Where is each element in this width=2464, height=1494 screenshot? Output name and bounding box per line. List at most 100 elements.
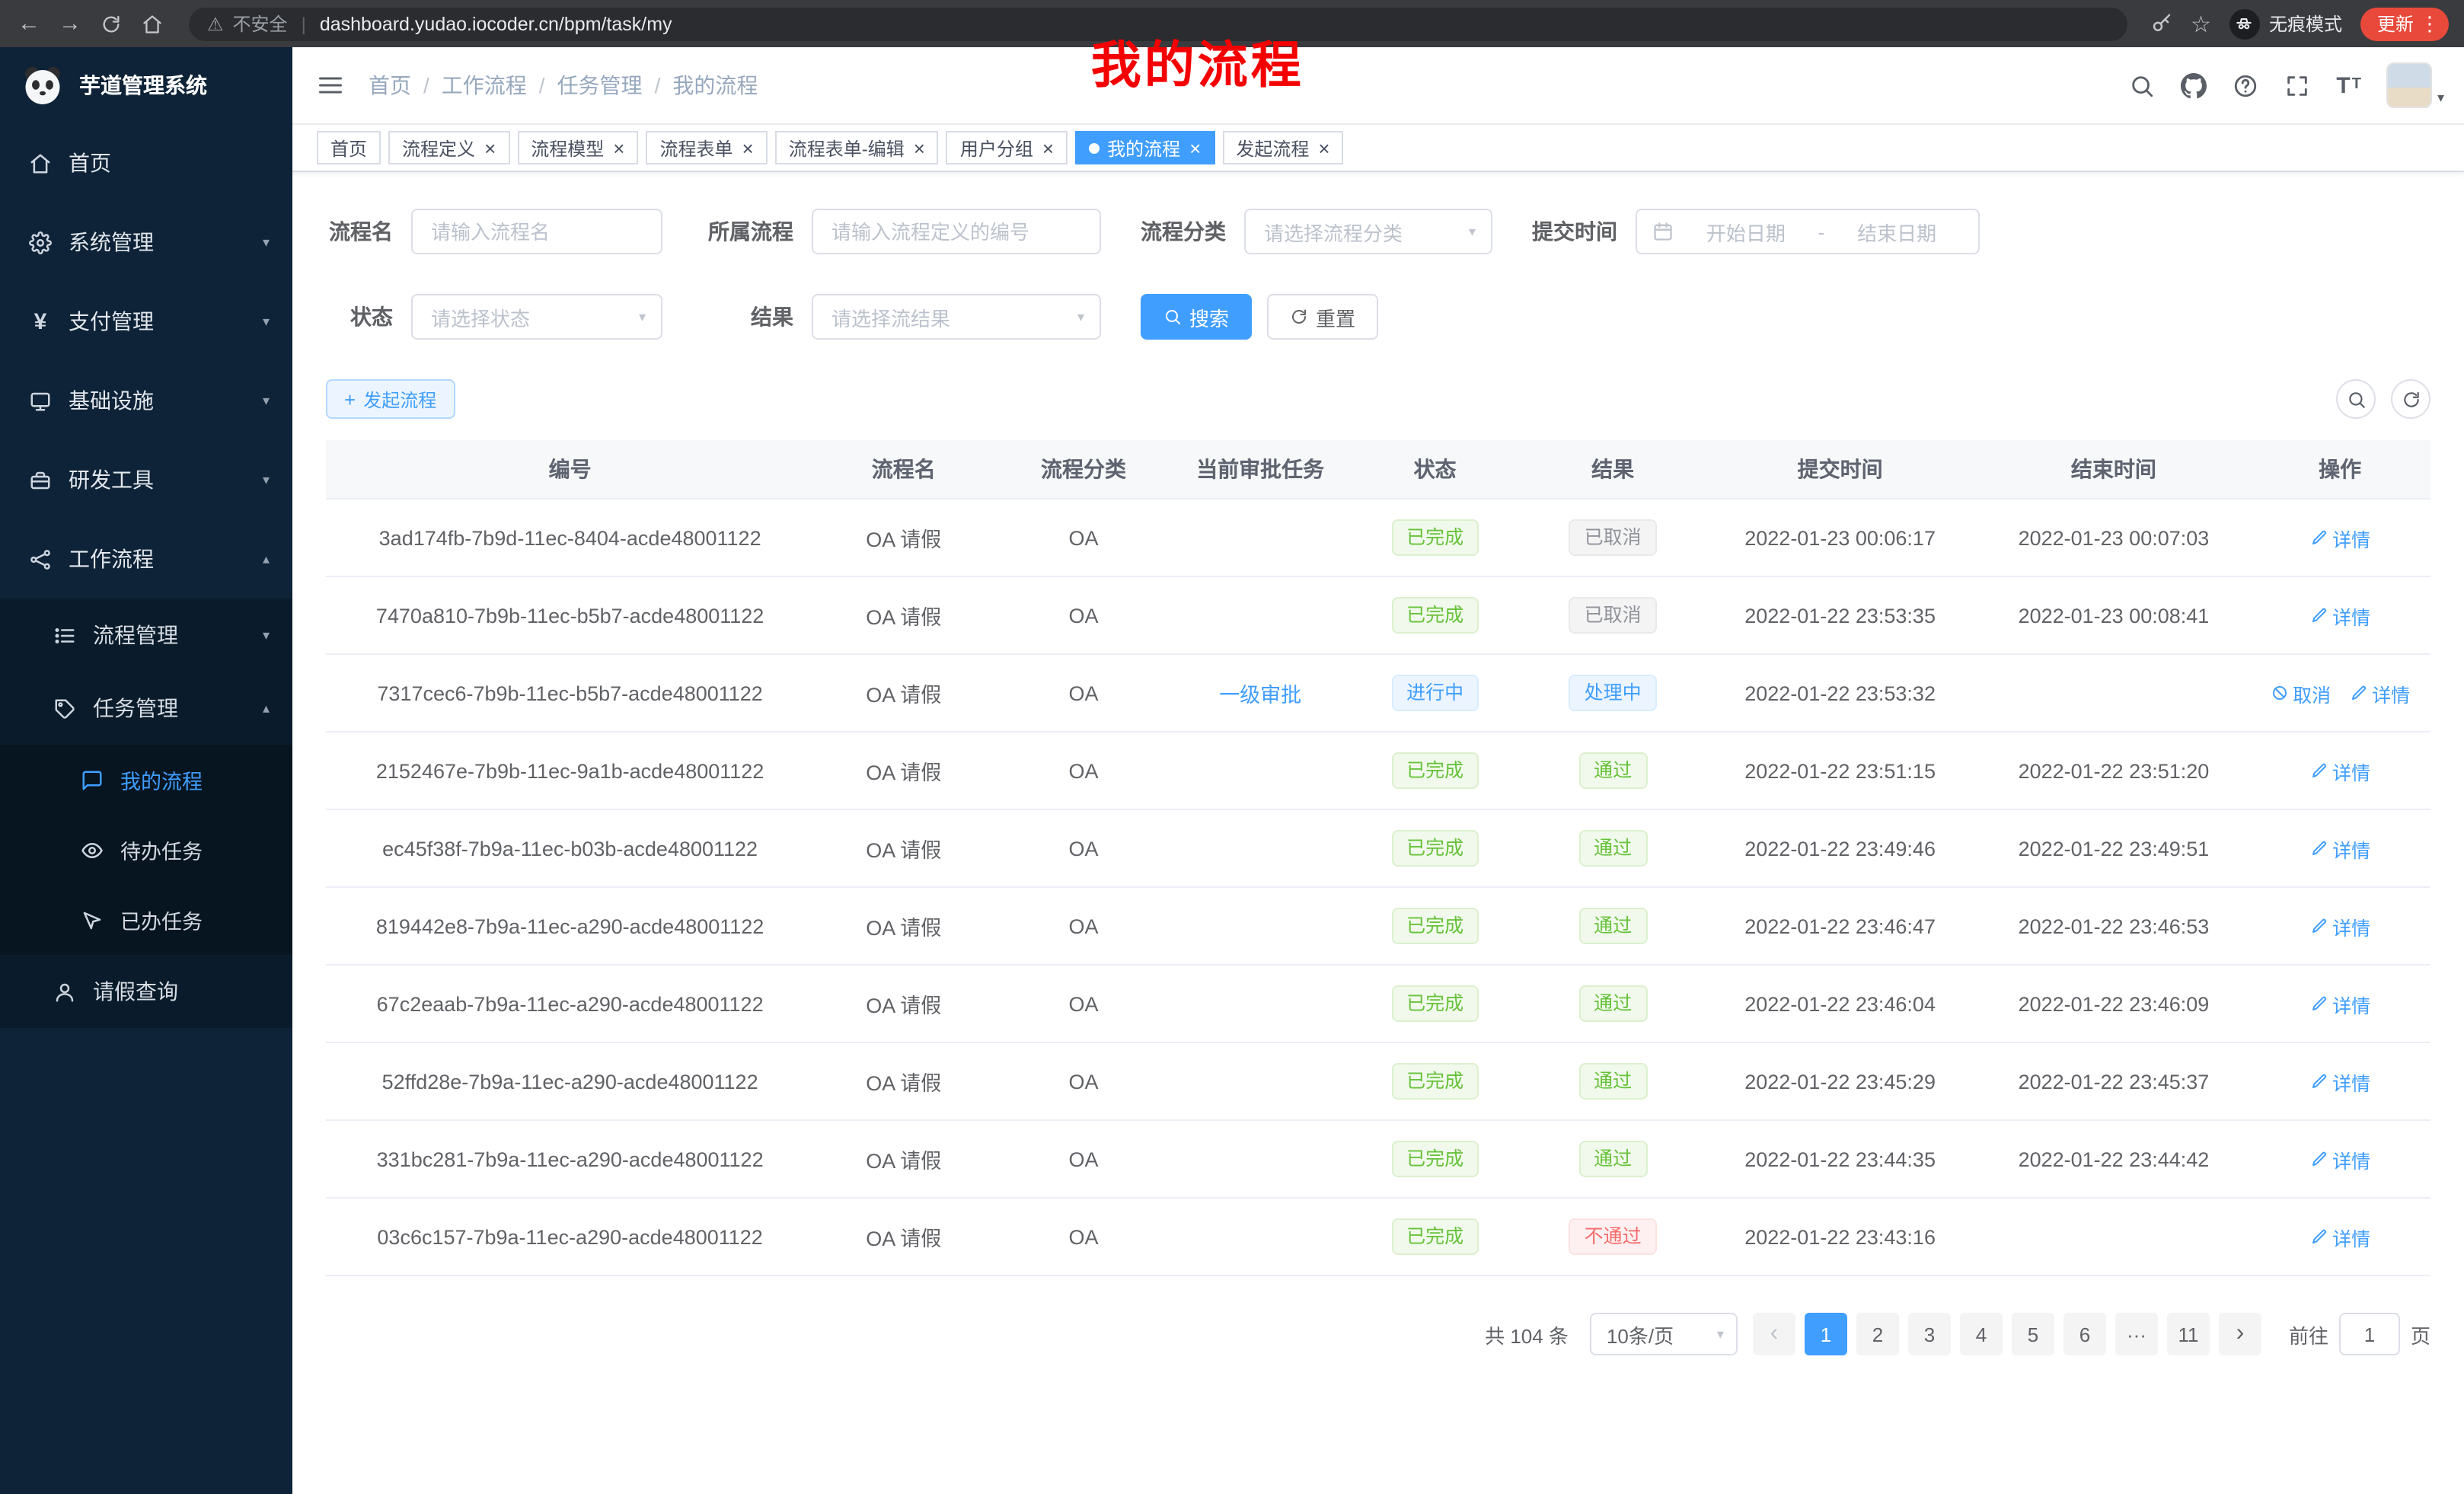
sidebar-item-task-management[interactable]: 任务管理▴ [0, 672, 292, 745]
page-button-5[interactable]: 5 [2012, 1313, 2054, 1355]
result-select[interactable]: 请选择流结果 ▾ [812, 294, 1101, 340]
page-button-1[interactable]: 1 [1805, 1313, 1847, 1355]
process-def-input[interactable] [812, 209, 1101, 254]
bookmark-star-icon[interactable]: ☆ [2191, 10, 2211, 37]
tab-label: 流程模型 [531, 135, 604, 161]
breadcrumb-item[interactable]: 工作流程 [442, 70, 527, 101]
detail-link[interactable]: 详情 [2309, 601, 2370, 630]
cell-category: OA [993, 732, 1174, 809]
tab-user-group[interactable]: 用户分组× [946, 131, 1068, 164]
column-header: 当前审批任务 [1174, 440, 1347, 499]
detail-link[interactable]: 详情 [2309, 1067, 2370, 1096]
create-process-button[interactable]: + 发起流程 [326, 379, 455, 419]
page-button-11[interactable]: 11 [2167, 1313, 2210, 1355]
goto-page-input[interactable] [2339, 1313, 2400, 1355]
sidebar-item-todo-task[interactable]: 待办任务 [0, 815, 292, 885]
tab-my-process[interactable]: 我的流程× [1075, 131, 1214, 164]
sidebar-item-home[interactable]: 首页 [0, 123, 292, 203]
detail-link[interactable]: 详情 [2309, 756, 2370, 785]
password-key-icon[interactable] [2150, 12, 2172, 35]
menu-dots-icon[interactable]: ⋮ [2420, 11, 2440, 36]
toggle-search-icon[interactable] [2336, 379, 2376, 419]
edit-icon [2309, 1072, 2328, 1090]
sidebar-item-done-task[interactable]: 已办任务 [0, 885, 292, 955]
close-icon[interactable]: × [484, 136, 496, 159]
detail-link[interactable]: 详情 [2309, 523, 2370, 552]
reset-button[interactable]: 重置 [1267, 294, 1378, 340]
page-button-4[interactable]: 4 [1960, 1313, 2003, 1355]
fullscreen-icon[interactable] [2284, 72, 2310, 98]
cell-category: OA [993, 809, 1174, 887]
sidebar-item-payment-management[interactable]: ¥支付管理▾ [0, 282, 292, 361]
close-icon[interactable]: × [1189, 136, 1201, 159]
sidebar-logo-row[interactable]: 芋道管理系统 [0, 47, 292, 123]
breadcrumb-item[interactable]: 首页 [369, 70, 411, 101]
status-select[interactable]: 请选择状态 ▾ [411, 294, 662, 340]
close-icon[interactable]: × [613, 136, 624, 159]
category-select[interactable]: 请选择流程分类 ▾ [1244, 209, 1492, 254]
next-page-button[interactable]: › [2219, 1313, 2261, 1355]
cell-status: 已完成 [1347, 732, 1524, 809]
close-icon[interactable]: × [1042, 136, 1054, 159]
more-pages-icon[interactable]: ··· [2115, 1313, 2158, 1355]
breadcrumb-item[interactable]: 任务管理 [557, 70, 643, 101]
prev-page-button[interactable]: ‹ [1753, 1313, 1795, 1355]
process-name-input[interactable] [411, 209, 662, 254]
avatar[interactable] [2387, 62, 2433, 108]
detail-link[interactable]: 详情 [2309, 911, 2370, 940]
cell-submit-time: 2022-01-22 23:53:32 [1703, 654, 1978, 732]
browser-home-icon[interactable] [139, 13, 166, 34]
detail-link[interactable]: 详情 [2309, 1144, 2370, 1173]
browser-update-button[interactable]: 更新 ⋮ [2360, 7, 2449, 40]
sidebar-item-system-management[interactable]: 系统管理▾ [0, 203, 292, 282]
refresh-table-icon[interactable] [2391, 379, 2430, 419]
cell-status: 进行中 [1347, 654, 1524, 732]
sidebar-item-workflow[interactable]: 工作流程▴ [0, 519, 292, 599]
process-table: 编号流程名流程分类当前审批任务状态结果提交时间结束时间操作 3ad174fb-7… [326, 440, 2430, 1276]
detail-link[interactable]: 详情 [2309, 834, 2370, 863]
page-button-6[interactable]: 6 [2063, 1313, 2106, 1355]
detail-link[interactable]: 详情 [2349, 678, 2410, 707]
tab-process-form[interactable]: 流程表单× [646, 131, 767, 164]
tab-home[interactable]: 首页 [317, 131, 381, 164]
sidebar-item-label: 请假查询 [93, 976, 178, 1007]
tab-process-form-edit[interactable]: 流程表单-编辑 × [775, 131, 939, 164]
current-task-link[interactable]: 一级审批 [1219, 684, 1301, 707]
submit-time-range-picker[interactable]: 开始日期 - 结束日期 [1636, 209, 1980, 254]
sidebar-item-leave-query[interactable]: 请假查询 [0, 955, 292, 1028]
cell-category: OA [993, 965, 1174, 1042]
cell-result: 通过 [1524, 732, 1703, 809]
search-button[interactable]: 搜索 [1141, 294, 1252, 340]
cancel-link[interactable]: 取消 [2270, 678, 2331, 707]
tab-start-process[interactable]: 发起流程× [1222, 131, 1343, 164]
tab-label: 流程表单-编辑 [789, 135, 905, 161]
table-row: 03c6c157-7b9a-11ec-a290-acde48001122OA 请… [326, 1198, 2430, 1275]
page-size-select[interactable]: 10条/页 ▾ [1590, 1313, 1738, 1355]
help-icon[interactable] [2233, 72, 2258, 98]
sidebar-item-process-management[interactable]: 流程管理▾ [0, 599, 292, 672]
close-icon[interactable]: × [742, 136, 754, 159]
tab-process-model[interactable]: 流程模型 × [517, 131, 638, 164]
sidebar-item-dev-tools[interactable]: 研发工具▾ [0, 440, 292, 519]
user-menu[interactable]: ▾ [2387, 62, 2444, 108]
tab-process-definition[interactable]: 流程定义× [388, 131, 509, 164]
cell-status: 已完成 [1347, 576, 1524, 654]
github-icon[interactable] [2181, 72, 2207, 98]
cell-status: 已完成 [1347, 1120, 1524, 1198]
font-size-icon[interactable]: TT [2336, 74, 2361, 97]
page-button-2[interactable]: 2 [1856, 1313, 1899, 1355]
browser-back-icon[interactable]: ← [15, 11, 43, 37]
cell-submit-time: 2022-01-22 23:44:35 [1703, 1120, 1978, 1198]
detail-link[interactable]: 详情 [2309, 989, 2370, 1018]
search-icon[interactable] [2129, 72, 2155, 98]
close-icon[interactable]: × [914, 136, 925, 159]
hamburger-icon[interactable] [292, 72, 369, 99]
detail-link[interactable]: 详情 [2309, 1222, 2370, 1251]
page-button-3[interactable]: 3 [1908, 1313, 1951, 1355]
sidebar-item-infrastructure[interactable]: 基础设施▾ [0, 361, 292, 440]
browser-forward-icon[interactable]: → [56, 11, 84, 37]
close-icon[interactable]: × [1318, 136, 1329, 159]
browser-refresh-icon[interactable] [97, 13, 125, 34]
cell-id: 7470a810-7b9b-11ec-b5b7-acde48001122 [326, 576, 814, 654]
sidebar-item-my-process[interactable]: 我的流程 [0, 745, 292, 815]
